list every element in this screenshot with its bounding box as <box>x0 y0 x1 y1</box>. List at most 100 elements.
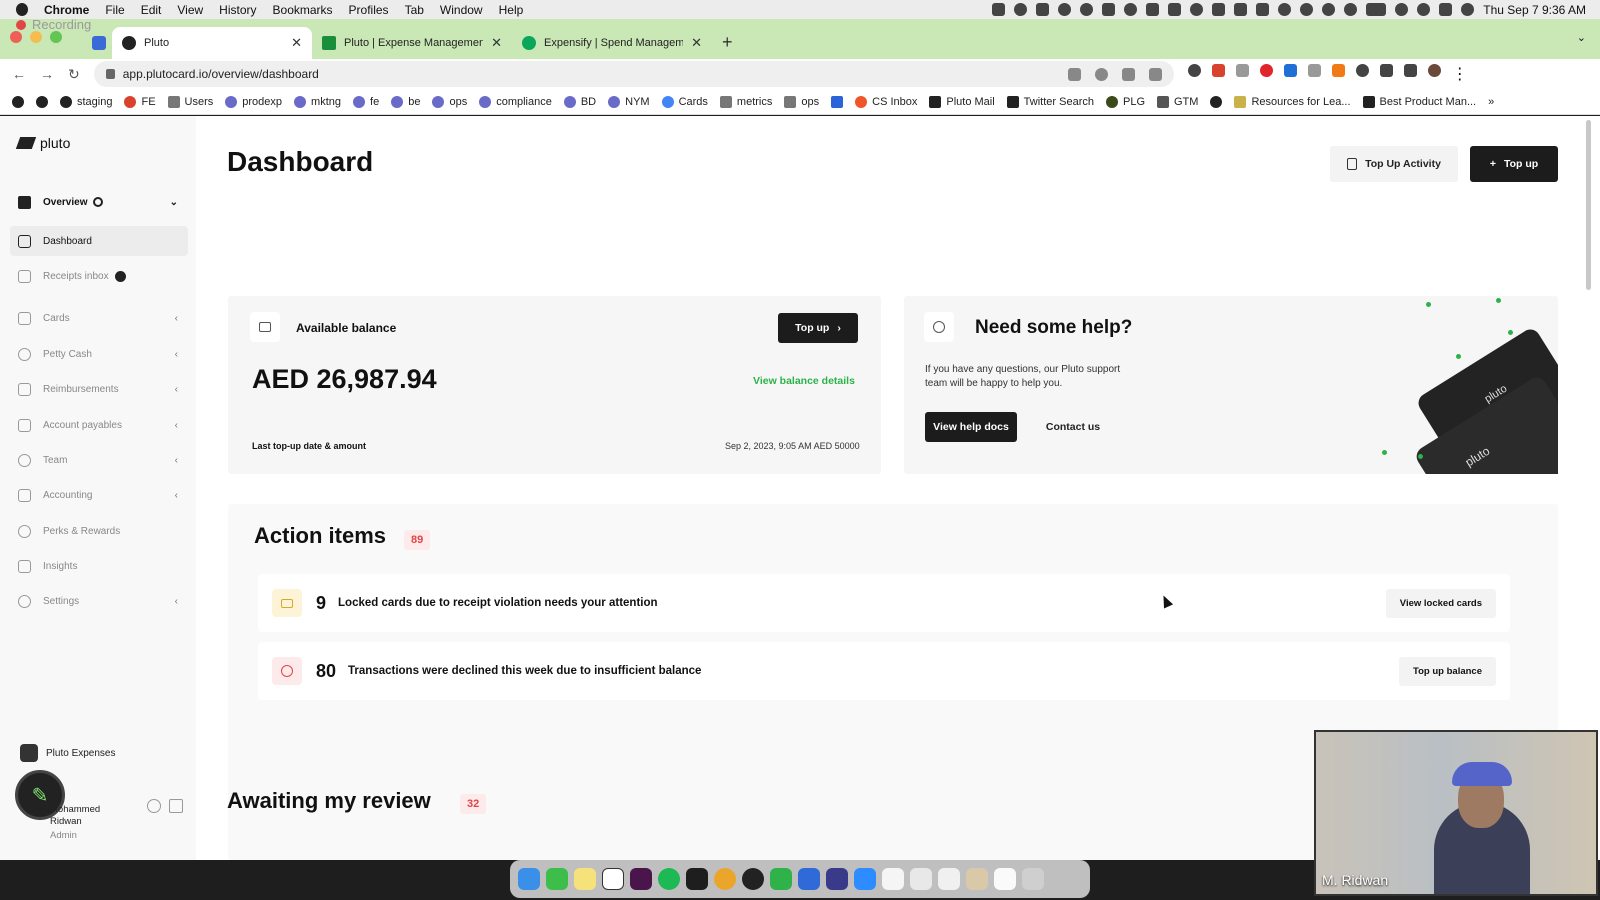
zoom-window-icon[interactable] <box>50 31 62 43</box>
extension-orange-icon[interactable] <box>1331 64 1345 77</box>
extension-3-icon[interactable] <box>1235 64 1249 77</box>
menu-tab[interactable]: Tab <box>405 3 424 17</box>
arc-icon[interactable] <box>826 868 848 890</box>
organization-switcher[interactable]: Pluto Expenses <box>20 744 116 762</box>
tab-pluto-expense[interactable]: Pluto | Expense Management b ✕ <box>312 27 512 59</box>
status-app-icon[interactable] <box>992 3 1006 16</box>
screenshot-icon[interactable] <box>938 868 960 890</box>
reload-icon[interactable]: ↻ <box>68 66 80 83</box>
globe-icon[interactable] <box>1014 3 1028 16</box>
chrome-icon[interactable] <box>714 868 736 890</box>
figma-icon[interactable] <box>686 868 708 890</box>
help-icon[interactable] <box>147 799 161 813</box>
battery-icon[interactable] <box>1366 3 1387 16</box>
bookmark[interactable]: CS Inbox <box>855 95 917 108</box>
finder-icon[interactable] <box>518 868 540 890</box>
menu-window[interactable]: Window <box>440 3 483 17</box>
pen-icon[interactable] <box>1102 3 1116 16</box>
sidebar-panel-icon[interactable] <box>1403 64 1417 77</box>
logout-icon[interactable] <box>169 799 183 813</box>
chevron-left-icon[interactable]: ‹ <box>175 490 178 501</box>
bookmark-globe[interactable] <box>831 95 844 108</box>
menu-profiles[interactable]: Profiles <box>349 3 389 17</box>
new-tab-icon[interactable]: + <box>722 32 733 53</box>
kebab-menu-icon[interactable]: ⋮ <box>1452 64 1468 84</box>
bookmark[interactable]: BD <box>563 95 596 108</box>
menu-edit[interactable]: Edit <box>141 3 162 17</box>
profile-avatar-icon[interactable] <box>1427 64 1441 77</box>
bookmark[interactable]: PLG <box>1105 95 1145 108</box>
menu-view[interactable]: View <box>177 3 203 17</box>
preview-icon[interactable] <box>882 868 904 890</box>
camera-icon[interactable] <box>1307 64 1321 77</box>
headphones-icon[interactable] <box>1322 3 1336 16</box>
chevron-left-icon[interactable]: ‹ <box>175 596 178 607</box>
bookmark[interactable]: Resources for Lea... <box>1234 95 1351 108</box>
apple-icon[interactable] <box>16 3 28 16</box>
bookmark[interactable]: GTM <box>1157 95 1198 108</box>
bookmark-g[interactable] <box>36 95 48 108</box>
siri-icon[interactable] <box>1461 3 1475 16</box>
sidebar-item-reimbursements[interactable]: Reimbursements ‹ <box>10 374 188 404</box>
sidebar-item-perks-rewards[interactable]: Perks & Rewards <box>10 516 188 546</box>
bookmark-blank[interactable] <box>1210 95 1223 108</box>
status-m-icon[interactable] <box>1146 3 1160 16</box>
trash-icon[interactable] <box>1022 868 1044 890</box>
view-balance-details-link[interactable]: View balance details <box>753 375 855 387</box>
opera-icon[interactable] <box>1259 64 1273 77</box>
more-bookmarks-icon[interactable]: » <box>1488 96 1494 108</box>
bookmark[interactable]: Best Product Man... <box>1362 95 1476 108</box>
sidebar-item-settings[interactable]: Settings ‹ <box>10 586 188 616</box>
bookmark[interactable]: Pluto Mail <box>929 95 995 108</box>
bookmark[interactable]: metrics <box>719 95 772 108</box>
chevron-left-icon[interactable]: ‹ <box>175 420 178 431</box>
tab-expensify[interactable]: Expensify | Spend Managemen ✕ <box>512 27 712 59</box>
sidebar-item-dashboard[interactable]: Dashboard <box>10 226 188 256</box>
view-help-docs-button[interactable]: View help docs <box>925 412 1017 442</box>
chevron-left-icon[interactable]: ‹ <box>175 384 178 395</box>
chevron-down-icon[interactable]: ⌄ <box>170 197 178 208</box>
sidebar-item-team[interactable]: Team ‹ <box>10 445 188 475</box>
close-tab-icon[interactable]: ✕ <box>291 35 302 51</box>
grammarly-icon[interactable] <box>1080 3 1094 16</box>
pinned-tab[interactable] <box>86 27 112 59</box>
zoom-app-icon[interactable] <box>854 868 876 890</box>
chatgpt-icon[interactable] <box>742 868 764 890</box>
sidebar-item-petty-cash[interactable]: Petty Cash ‹ <box>10 339 188 369</box>
menu-help[interactable]: Help <box>499 3 524 17</box>
lock-icon[interactable] <box>105 69 115 79</box>
chevron-left-icon[interactable]: ‹ <box>175 349 178 360</box>
wifi-icon[interactable] <box>1395 3 1409 16</box>
view-locked-cards-button[interactable]: View locked cards <box>1385 588 1496 618</box>
zoom-icon[interactable] <box>1094 67 1108 81</box>
pluto-logo[interactable]: pluto <box>15 135 70 151</box>
chevron-left-icon[interactable]: ‹ <box>175 455 178 466</box>
moon-icon[interactable] <box>1300 3 1314 16</box>
extension-2-icon[interactable] <box>1211 64 1225 77</box>
downloads-icon[interactable] <box>966 868 988 890</box>
sidebar-item-overview[interactable]: Overview ⌄ <box>10 187 188 217</box>
sidebar-item-account-payables[interactable]: Account payables ‹ <box>10 410 188 440</box>
forward-icon[interactable]: → <box>40 66 54 83</box>
document-thumb-icon[interactable] <box>910 868 932 890</box>
sidebar-item-cards[interactable]: Cards ‹ <box>10 303 188 333</box>
control-center-icon[interactable] <box>1439 3 1453 16</box>
bookmark[interactable]: Users <box>167 95 213 108</box>
balance-top-up-button[interactable]: Top up › <box>778 313 858 343</box>
sidebar-item-receipts-inbox[interactable]: Receipts inbox <box>10 261 188 291</box>
clock[interactable]: Thu Sep 7 9:36 AM <box>1483 3 1586 17</box>
bookmark[interactable]: ops <box>432 95 467 108</box>
bookmark[interactable]: ops <box>784 95 819 108</box>
scroll-thumb[interactable] <box>1585 120 1591 290</box>
tab-search-chevron-icon[interactable]: ⌄ <box>1577 31 1586 44</box>
menu-app-name[interactable]: Chrome <box>44 3 89 17</box>
slack-icon[interactable] <box>630 868 652 890</box>
status-a-icon[interactable] <box>1168 3 1182 16</box>
url-text[interactable]: app.plutocard.io/overview/dashboard <box>123 67 319 81</box>
back-icon[interactable]: ← <box>12 66 26 83</box>
share-icon[interactable] <box>1121 67 1135 81</box>
minimize-window-icon[interactable] <box>30 31 42 43</box>
list-icon[interactable] <box>1036 3 1050 16</box>
bookmark[interactable]: Twitter Search <box>1006 95 1094 108</box>
bookmark[interactable]: Cards <box>661 95 708 108</box>
